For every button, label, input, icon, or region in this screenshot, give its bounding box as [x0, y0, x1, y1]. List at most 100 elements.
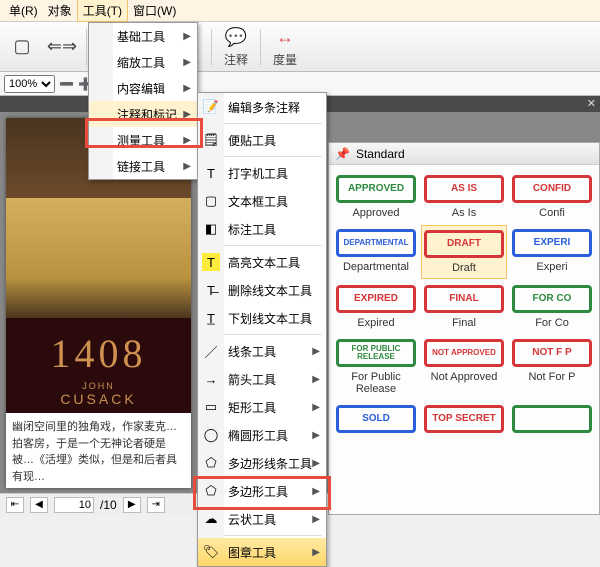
stamp-label: Draft [452, 262, 476, 274]
stamp-cell[interactable]: DRAFT Draft [421, 225, 507, 279]
pin-icon[interactable]: 📌 [335, 147, 350, 161]
stamp-cell[interactable]: SOLD [333, 401, 419, 441]
chevron-right-icon: ▶ [183, 57, 191, 68]
stamp-label: Not For P [528, 371, 575, 383]
stamp-cell[interactable]: APPROVED Approved [333, 171, 419, 223]
zoom-out-icon[interactable]: ➖ [59, 77, 74, 91]
menu-item-stamp-tool[interactable]: 🏷图章工具▶ [198, 538, 326, 566]
stamp-image: FINAL [424, 285, 504, 313]
next-page-button[interactable]: ▶ [123, 497, 141, 513]
sticky-note-tool-icon: 🗒 [202, 131, 220, 149]
menu-label: 文本框工具 [228, 193, 288, 210]
menu-item[interactable]: 对象 [43, 0, 77, 21]
callout-tool-icon: ◧ [202, 220, 220, 238]
document-body-text: 幽闭空间里的独角戏，作家麦克…拍客房，于是一个无神论者硬是被…《活埋》类似，但是… [6, 413, 191, 488]
btn-label: 度量 [273, 51, 297, 68]
menu-separator [224, 123, 322, 124]
measure-button[interactable]: ↔度量 [269, 23, 301, 70]
chevron-right-icon: ▶ [183, 135, 191, 146]
page-input[interactable] [54, 497, 94, 513]
stamp-cell[interactable]: EXPIRED Expired [333, 281, 419, 333]
stamp-label: Confi [539, 207, 565, 219]
menu-label: 箭头工具 [228, 371, 276, 388]
arrow-tool-icon: → [202, 370, 220, 388]
chevron-right-icon: ▶ [183, 83, 191, 94]
menu-item[interactable]: 单(R) [4, 0, 43, 21]
menu-item-cloud-tool[interactable]: ☁云状工具▶ [198, 505, 326, 533]
ellipse-tool-icon: ◯ [202, 426, 220, 444]
stamp-cell[interactable]: CONFIDConfi [509, 171, 595, 223]
actor-last: CUSACK [6, 391, 191, 407]
menu-label: 矩形工具 [228, 399, 276, 416]
menu-item-textbox-tool[interactable]: ▢文本框工具 [198, 187, 326, 215]
menu-label: 删除线文本工具 [228, 282, 312, 299]
menu-item-strikeout-tool[interactable]: T̶删除线文本工具 [198, 276, 326, 304]
page-icon: ▢ [10, 35, 34, 59]
stamp-image: TOP SECRET [424, 405, 504, 433]
tools-dropdown: 基础工具▶缩放工具▶内容编辑▶注释和标记▶测量工具▶链接工具▶ [88, 22, 198, 180]
menu-item-zoom-tools[interactable]: 缩放工具▶ [89, 49, 197, 75]
menu-tools[interactable]: 工具(T) [77, 0, 128, 22]
stamp-image: DRAFT [424, 230, 504, 258]
menu-item-edit-multi-annot[interactable]: 📝编辑多条注释 [198, 93, 326, 121]
stamp-cell[interactable]: FOR COFor Co [509, 281, 595, 333]
panel-header: 📌 Standard [329, 143, 599, 165]
stamp-label: Approved [352, 207, 399, 219]
menu-item-basic-tools[interactable]: 基础工具▶ [89, 23, 197, 49]
comment-button[interactable]: 💬注释 [220, 23, 252, 70]
stamp-label: Expired [357, 317, 394, 329]
stamp-cell[interactable]: FINAL Final [421, 281, 507, 333]
stamp-label: As Is [452, 207, 476, 219]
menu-item-polygon-tool[interactable]: ⬠多边形工具▶ [198, 477, 326, 505]
menu-window[interactable]: 窗口(W) [128, 0, 181, 21]
stamp-image: EXPIRED [336, 285, 416, 313]
chevron-right-icon: ▶ [312, 486, 320, 497]
menu-label: 编辑多条注释 [228, 99, 300, 116]
fit-page-button[interactable]: ▢ [6, 33, 38, 61]
menu-item-highlight-tool[interactable]: T高亮文本工具 [198, 248, 326, 276]
menu-item-line-tool[interactable]: ／线条工具▶ [198, 337, 326, 365]
menu-item-annotate-mark[interactable]: 注释和标记▶ [89, 101, 197, 127]
prev-page-button[interactable]: ◀ [30, 497, 48, 513]
cloud-tool-icon: ☁ [202, 510, 220, 528]
chevron-right-icon: ▶ [183, 109, 191, 120]
stamp-cell[interactable] [509, 401, 595, 441]
underline-tool-icon: T̲ [202, 309, 220, 327]
stamp-cell[interactable]: DEPARTMENTALDepartmental [333, 225, 419, 279]
stamp-cell[interactable]: AS ISAs Is [421, 171, 507, 223]
close-icon[interactable]: ✕ [587, 97, 596, 110]
stamp-image: SOLD [336, 405, 416, 433]
chevron-right-icon: ▶ [312, 374, 320, 385]
menu-item-ellipse-tool[interactable]: ◯椭圆形工具▶ [198, 421, 326, 449]
stamp-image: APPROVED [336, 175, 416, 203]
stamp-cell[interactable]: FOR PUBLIC RELEASEFor Public Release [333, 335, 419, 399]
menu-item-arrow-tool[interactable]: → 箭头工具 ▶ [198, 365, 326, 393]
chevron-right-icon: ▶ [183, 31, 191, 42]
first-page-button[interactable]: ⇤ [6, 497, 24, 513]
menu-item-content-edit[interactable]: 内容编辑▶ [89, 75, 197, 101]
menubar: 单(R) 对象 工具(T) 窗口(W) [0, 0, 600, 22]
menu-item-typewriter-tool[interactable]: T打字机工具 [198, 159, 326, 187]
menu-item-polyline-tool[interactable]: ⬠多边形线条工具▶ [198, 449, 326, 477]
menu-label: 标注工具 [228, 221, 276, 238]
stamp-cell[interactable]: EXPERIExperi [509, 225, 595, 279]
nav-buttons[interactable]: ⇐⇒ [46, 33, 78, 61]
stamp-cell[interactable]: NOT APPROVEDNot Approved [421, 335, 507, 399]
stamp-cell[interactable]: TOP SECRET [421, 401, 507, 441]
menu-label: 便贴工具 [228, 132, 276, 149]
polyline-tool-icon: ⬠ [202, 454, 220, 472]
menu-item-underline-tool[interactable]: T̲下划线文本工具 [198, 304, 326, 332]
menu-item-sticky-note-tool[interactable]: 🗒 便贴工具 [198, 126, 326, 154]
stamp-image [512, 405, 592, 433]
menu-item-link-tools[interactable]: 链接工具▶ [89, 153, 197, 179]
menu-item-rect-tool[interactable]: ▭矩形工具▶ [198, 393, 326, 421]
menu-item-callout-tool[interactable]: ◧ 标注工具 [198, 215, 326, 243]
line-tool-icon: ／ [202, 342, 220, 360]
zoom-select[interactable]: 100% [4, 75, 55, 93]
menu-label: 打字机工具 [228, 165, 288, 182]
stamp-cell[interactable]: NOT F PNot For P [509, 335, 595, 399]
menu-item-measure-tools[interactable]: 测量工具▶ [89, 127, 197, 153]
stamp-tool-icon: 🏷 [202, 543, 220, 561]
stamp-label: Final [452, 317, 476, 329]
last-page-button[interactable]: ⇥ [147, 497, 165, 513]
